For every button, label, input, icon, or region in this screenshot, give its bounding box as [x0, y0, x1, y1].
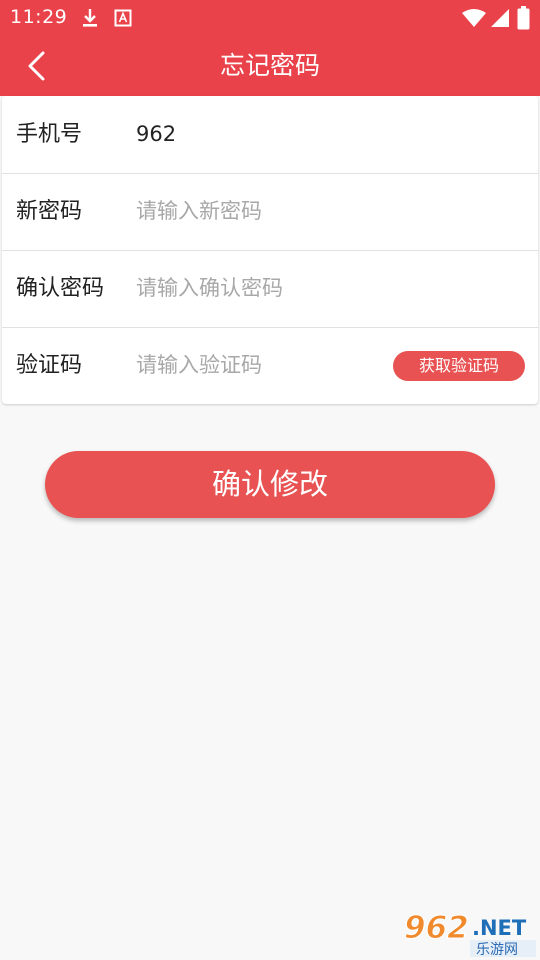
verification-code-input[interactable]: 请输入验证码: [136, 327, 386, 404]
form-card: 手机号 962 新密码 请输入新密码 确认密码 请输入确认密码 验证码 请输入验…: [2, 96, 538, 404]
confirm-change-button[interactable]: 确认修改: [45, 451, 495, 518]
wifi-icon: [462, 9, 486, 27]
new-password-input[interactable]: 请输入新密码: [136, 173, 386, 250]
header-bar: 忘记密码: [0, 36, 540, 96]
svg-text:.NET: .NET: [472, 916, 527, 940]
battery-icon: [517, 6, 530, 30]
phone-row: 手机号 962: [2, 96, 538, 174]
status-time: 11:29: [10, 6, 68, 28]
new-password-row: 新密码 请输入新密码: [2, 173, 538, 251]
phone-input[interactable]: 962: [136, 96, 386, 173]
download-icon: [83, 9, 97, 27]
signal-icon: [491, 9, 509, 27]
verification-code-row: 验证码 请输入验证码 获取验证码: [2, 327, 538, 404]
new-password-label: 新密码: [16, 199, 83, 224]
confirm-password-row: 确认密码 请输入确认密码: [2, 250, 538, 328]
status-bar: 11:29: [0, 0, 540, 36]
watermark-logo: 962 .NET 乐游网: [404, 910, 536, 957]
phone-label: 手机号: [16, 122, 83, 147]
confirm-password-input[interactable]: 请输入确认密码: [136, 250, 386, 327]
svg-text:乐游网: 乐游网: [476, 942, 518, 957]
page-title: 忘记密码: [219, 51, 320, 80]
verification-code-label: 验证码: [16, 353, 83, 378]
confirm-password-label: 确认密码: [16, 276, 105, 301]
keyboard-a-icon: [114, 9, 132, 27]
get-code-button[interactable]: 获取验证码: [393, 351, 525, 381]
svg-text:962: 962: [404, 910, 469, 946]
